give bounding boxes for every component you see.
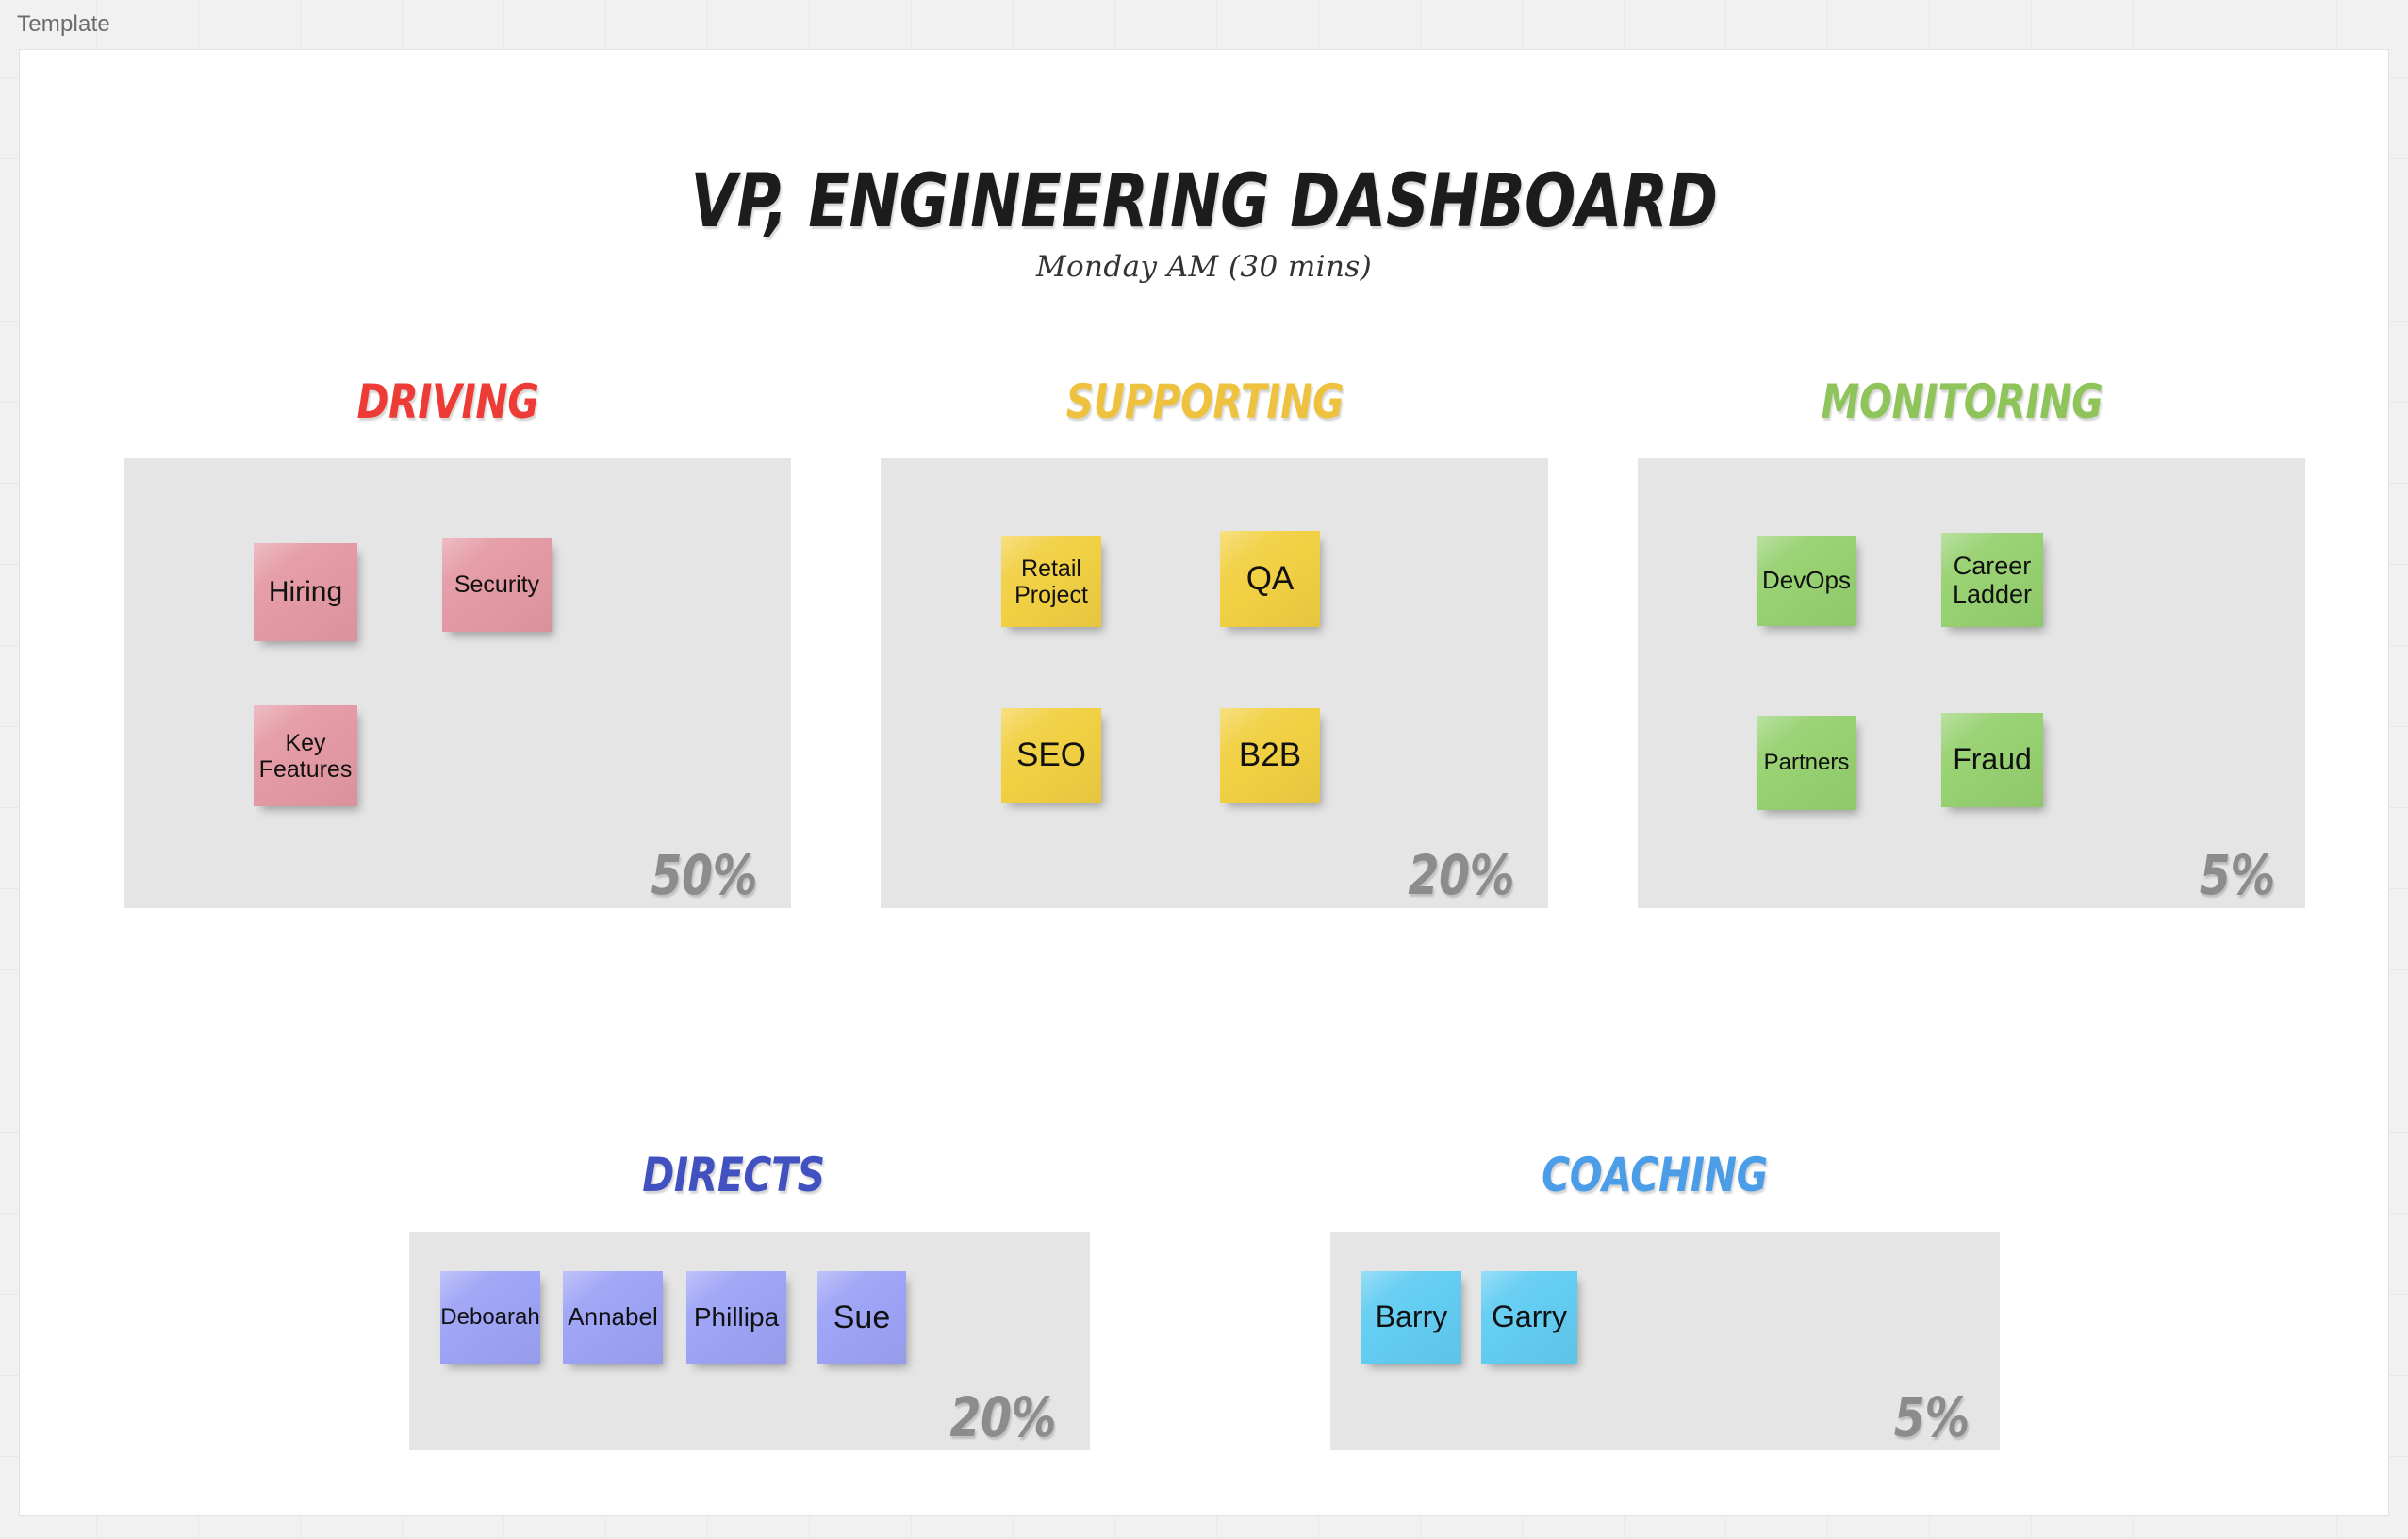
section-monitoring: MONITORING DevOps Career Ladder Partners… — [1619, 378, 2305, 908]
panel-monitoring[interactable]: DevOps Career Ladder Partners Fraud 5% — [1638, 458, 2305, 908]
section-header-driving: DRIVING — [356, 374, 539, 429]
panel-percent-coaching: 5% — [1893, 1385, 1970, 1449]
sticky-note[interactable]: B2B — [1220, 708, 1320, 803]
sticky-note[interactable]: Barry — [1361, 1271, 1461, 1364]
priority-axis: HIGH LOW PRIORITY — [20, 969, 2388, 1083]
section-coaching: COACHING Barry Garry 5% — [1311, 1148, 2000, 1515]
sticky-note[interactable]: Fraud — [1941, 713, 2043, 807]
sticky-note-label: Key Features — [258, 729, 353, 783]
sticky-note[interactable]: Garry — [1481, 1271, 1577, 1364]
sticky-note-label: Phillipa — [693, 1302, 780, 1332]
sticky-note[interactable]: Annabel — [563, 1271, 663, 1364]
sticky-note[interactable]: SEO — [1001, 708, 1101, 803]
panel-coaching[interactable]: Barry Garry 5% — [1330, 1232, 2000, 1450]
section-header-coaching: COACHING — [1542, 1148, 1768, 1202]
panel-percent-supporting: 20% — [1408, 843, 1514, 907]
sticky-note-label: Hiring — [268, 576, 343, 608]
sticky-note[interactable]: Career Ladder — [1941, 533, 2043, 627]
sticky-note[interactable]: Hiring — [254, 543, 357, 641]
sticky-note[interactable]: Key Features — [254, 705, 357, 806]
board-frame[interactable]: VP, ENGINEERING DASHBOARD Monday AM (30 … — [19, 49, 2389, 1516]
panel-driving[interactable]: Hiring Security Key Features 50% — [124, 458, 791, 908]
panel-directs[interactable]: Deboarah Annabel Phillipa Sue 20% — [409, 1232, 1090, 1450]
sticky-note-label: Barry — [1375, 1299, 1448, 1334]
section-directs: DIRECTS Deboarah Annabel Phillipa Sue 20… — [390, 1148, 1090, 1515]
whiteboard-canvas[interactable]: Template VP, ENGINEERING DASHBOARD Monda… — [0, 0, 2408, 1539]
sticky-note-label: Retail Project — [1014, 554, 1088, 608]
page-subtitle: Monday AM (30 mins) — [1035, 250, 1373, 284]
sticky-note[interactable]: Deboarah — [440, 1271, 540, 1364]
canvas-frame-label[interactable]: Template — [17, 11, 110, 38]
sticky-note-label: Annabel — [568, 1302, 658, 1332]
section-header-directs: DIRECTS — [642, 1148, 825, 1202]
panel-percent-directs: 20% — [949, 1385, 1056, 1449]
section-header-supporting: SUPPORTING — [1065, 374, 1344, 429]
section-supporting: SUPPORTING Retail Project QA SEO B2B 20% — [862, 378, 1548, 908]
sticky-note[interactable]: Retail Project — [1001, 536, 1101, 627]
sticky-note[interactable]: Partners — [1757, 716, 1856, 810]
sticky-note[interactable]: DevOps — [1757, 536, 1856, 626]
sticky-note[interactable]: Phillipa — [686, 1271, 786, 1364]
panel-percent-monitoring: 5% — [2199, 843, 2275, 907]
sticky-note-label: Sue — [833, 1299, 891, 1335]
sticky-note-label: DevOps — [1762, 566, 1851, 595]
sticky-note-label: QA — [1245, 560, 1295, 598]
section-driving: DRIVING Hiring Security Key Features 50% — [105, 378, 791, 908]
sticky-note-label: Deboarah — [440, 1303, 540, 1330]
panel-supporting[interactable]: Retail Project QA SEO B2B 20% — [881, 458, 1548, 908]
sticky-note-label: Security — [454, 571, 540, 598]
page-title: VP, ENGINEERING DASHBOARD — [690, 159, 1718, 244]
sticky-note-label: SEO — [1016, 736, 1086, 774]
sticky-note-label: B2B — [1238, 736, 1302, 774]
sticky-note-label: Career Ladder — [1952, 551, 2033, 608]
sticky-note[interactable]: Security — [442, 538, 552, 632]
sticky-note[interactable]: Sue — [817, 1271, 906, 1364]
section-header-monitoring: MONITORING — [1821, 374, 2103, 429]
sticky-note-label: Partners — [1763, 749, 1850, 775]
sticky-note[interactable]: QA — [1220, 531, 1320, 627]
sticky-note-label: Fraud — [1953, 742, 2032, 777]
panel-percent-driving: 50% — [651, 843, 757, 907]
sticky-note-label: Garry — [1492, 1299, 1567, 1334]
